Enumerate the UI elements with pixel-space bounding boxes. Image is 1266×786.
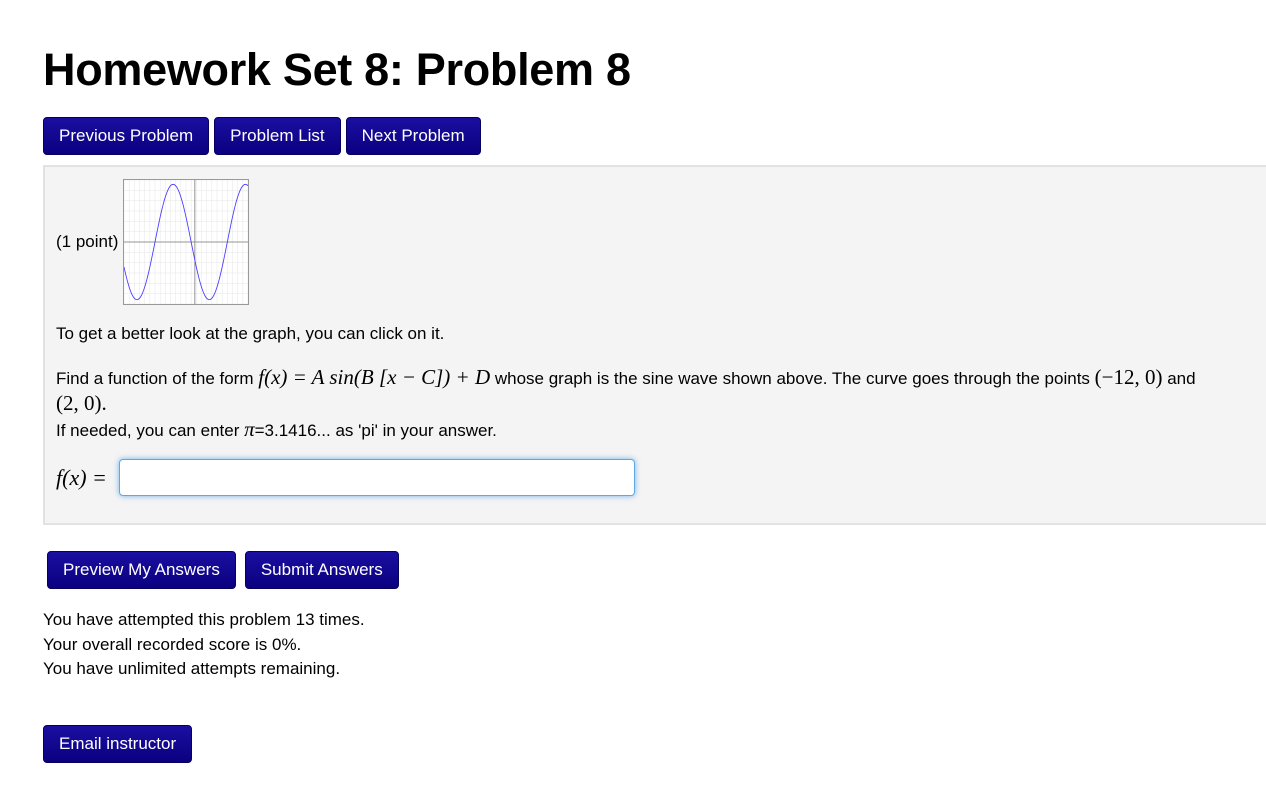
preview-answers-button[interactable]: Preview My Answers [47,551,236,589]
page-title: Homework Set 8: Problem 8 [43,44,631,95]
and-text: and [1162,369,1196,388]
point-one: (−12, 0) [1094,365,1163,389]
score-text: Your overall recorded score is 0%. [43,634,302,654]
graph-hint-text: To get a better look at the graph, you c… [56,324,445,343]
attempt-count-text: You have attempted this problem 13 times… [43,610,365,629]
point-two: (2, 0). [56,391,107,415]
pi-note-suffix: =3.1416... as 'pi' in your answer. [254,421,497,440]
problem-navigation: Previous Problem Problem List Next Probl… [43,117,481,155]
submit-answers-button[interactable]: Submit Answers [244,551,399,589]
problem-statement: Find a function of the form f(x) = A sin… [56,365,1256,443]
remaining-attempts-text: You have unlimited attempts remaining. [43,659,341,678]
answer-actions: Preview My Answers Submit Answers [47,551,399,589]
point-value-row: (1 point) [56,179,250,305]
attempt-status: You have attempted this problem 13 times… [43,608,365,682]
problem-page: Homework Set 8: Problem 8 Previous Probl… [0,0,1266,786]
previous-problem-button[interactable]: Previous Problem [43,117,210,155]
email-instructor-button[interactable]: Email instructor [43,725,193,763]
problem-middle-text: whose graph is the sine wave shown above… [490,369,1095,388]
answer-label: f(x) = [56,464,107,490]
sine-graph-thumbnail[interactable] [123,179,250,305]
pi-note-prefix: If needed, you can enter [56,421,245,440]
problem-intro: Find a function of the form [56,369,254,388]
form-expression: (x) = A sin(B [x − C]) + D [264,365,491,389]
answer-input[interactable] [118,459,635,496]
problem-list-button[interactable]: Problem List [214,117,341,155]
pi-symbol: π [244,417,255,441]
problem-panel: (1 point) To get a better look at the gr… [43,165,1266,525]
next-problem-button[interactable]: Next Problem [345,117,481,155]
point-value: (1 point) [56,232,119,251]
answer-row: f(x) = [56,459,635,496]
email-row: Email instructor [43,725,193,763]
